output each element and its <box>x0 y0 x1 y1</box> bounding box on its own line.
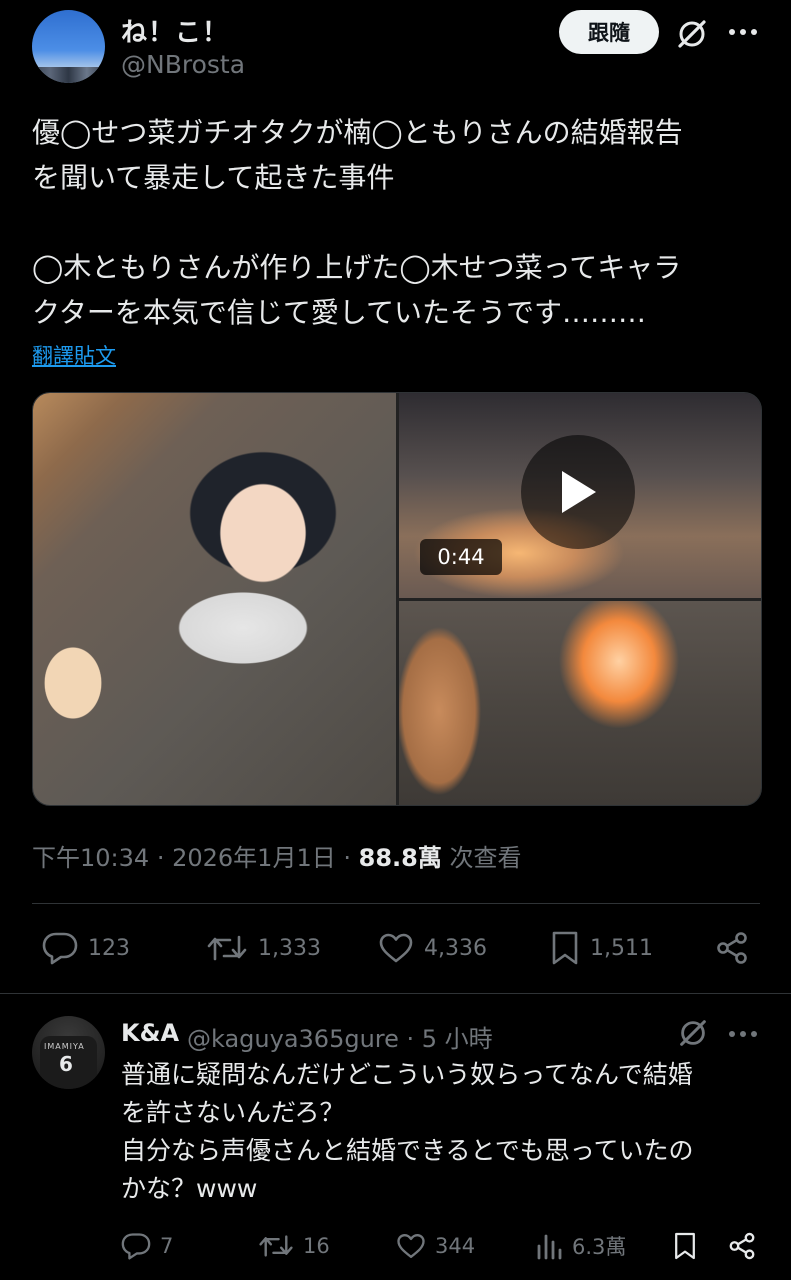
share-button[interactable] <box>714 928 760 968</box>
avatar-jersey-name: IMAMIYA <box>44 1042 85 1051</box>
media-photo-burning-doll[interactable] <box>399 601 761 805</box>
retweet-button[interactable]: 1,333 <box>206 928 321 968</box>
reply-retweet-button[interactable]: 16 <box>258 1228 330 1264</box>
views-label: 次查看 <box>449 844 522 872</box>
tweet-meta: 下午10:34 · 2026年1月1日 · 88.8萬 次查看 <box>32 838 522 873</box>
reply-like-button[interactable]: 344 <box>396 1228 475 1264</box>
like-icon <box>397 1234 425 1259</box>
bookmark-icon <box>675 1232 695 1260</box>
section-divider <box>0 993 791 994</box>
meta-separator: · <box>156 844 165 872</box>
play-icon <box>562 471 596 513</box>
like-icon <box>379 933 413 963</box>
share-icon <box>717 932 747 964</box>
reply-like-count: 344 <box>435 1234 476 1258</box>
reply-share-button[interactable] <box>727 1228 766 1264</box>
reply-views-button[interactable]: 6.3萬 <box>535 1228 626 1264</box>
grok-icon[interactable] <box>676 1016 710 1050</box>
bookmark-button[interactable]: 1,511 <box>550 928 653 968</box>
reply-icon <box>121 1233 151 1260</box>
grok-icon[interactable] <box>674 16 710 52</box>
video-play-button[interactable] <box>521 435 635 549</box>
views-icon <box>537 1234 562 1260</box>
views-count: 88.8萬 <box>358 844 442 872</box>
like-count: 4,336 <box>424 935 487 961</box>
retweet-icon <box>207 935 247 961</box>
video-duration: 0:44 <box>420 539 502 575</box>
author-name[interactable]: ね！こ！ <box>121 12 229 49</box>
reply-count: 123 <box>88 935 130 961</box>
reply-author-name[interactable]: K&A <box>121 1019 179 1047</box>
reply-retweet-count: 16 <box>303 1234 330 1258</box>
more-icon[interactable] <box>726 22 760 42</box>
tweet-action-bar: 123 1,333 4,336 1,511 <box>32 928 760 968</box>
reply-author-avatar[interactable]: IMAMIYA 6 <box>32 1016 105 1089</box>
reply-author-handle[interactable]: @kaguya365gure · 5 小時 <box>187 1019 493 1054</box>
divider <box>32 903 760 904</box>
retweet-count: 1,333 <box>258 935 321 961</box>
meta-separator: · <box>343 844 351 872</box>
tweet-time[interactable]: 下午10:34 <box>32 844 149 872</box>
reply-reply-button[interactable]: 7 <box>121 1228 173 1264</box>
retweet-icon <box>259 1235 293 1257</box>
bookmark-icon <box>552 931 578 965</box>
avatar-jersey-number: 6 <box>59 1052 73 1076</box>
reply-icon <box>42 932 78 965</box>
tweet-date[interactable]: 2026年1月1日 <box>172 844 336 872</box>
media-photo-plush-doll[interactable] <box>33 393 396 805</box>
more-icon[interactable] <box>726 1024 760 1044</box>
reply-views-count: 6.3萬 <box>572 1235 627 1259</box>
reply-text: 普通に疑問なんだけどこういう奴らってなんで結婚 を許さないんだろ？ 自分なら声優… <box>121 1060 694 1203</box>
author-handle[interactable]: @NBrosta <box>121 50 245 79</box>
follow-button[interactable]: 跟隨 <box>559 10 659 54</box>
media-grid[interactable]: 0:44 <box>32 392 762 806</box>
translate-link[interactable]: 翻譯貼文 <box>32 340 116 370</box>
reply-bookmark-button[interactable] <box>673 1228 706 1264</box>
bookmark-count: 1,511 <box>590 935 653 961</box>
reply-action-bar: 7 16 344 6.3萬 <box>121 1228 761 1264</box>
reply-reply-count: 7 <box>160 1234 174 1258</box>
reply-button[interactable]: 123 <box>42 928 130 968</box>
author-avatar[interactable] <box>32 10 105 83</box>
tweet-text: 優◯せつ菜ガチオタクが楠◯ともりさんの結婚報告 を聞いて暴走して起きた事件 ◯木… <box>32 116 683 329</box>
like-button[interactable]: 4,336 <box>378 928 487 968</box>
share-icon <box>729 1232 755 1260</box>
